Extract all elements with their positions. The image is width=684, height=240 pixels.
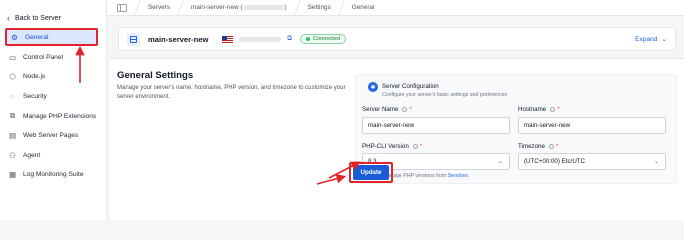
- breadcrumb-servers[interactable]: Servers: [148, 0, 170, 16]
- breadcrumb-settings[interactable]: Settings: [308, 0, 331, 16]
- sidebar-item-label: Control Panel: [23, 53, 63, 61]
- redacted-ip-address: [239, 36, 282, 42]
- sidebar-item-security[interactable]: ◌ Security: [5, 87, 98, 105]
- web-pages-icon: ▤: [8, 130, 17, 140]
- services-link[interactable]: Services: [448, 173, 468, 179]
- status-dot: [306, 37, 311, 41]
- sidebar-item-general[interactable]: ⚙ General: [5, 28, 98, 46]
- sidebar-item-nodejs[interactable]: ⬡ Node.js: [5, 67, 98, 85]
- chevron-down-icon: ⌄: [497, 159, 503, 165]
- server-name-input[interactable]: main-server-new: [362, 117, 510, 134]
- copy-icon[interactable]: ⧉: [287, 35, 292, 43]
- sidebar-item-label: Security: [23, 92, 47, 100]
- chevron-left-icon: ‹: [7, 12, 10, 23]
- update-button[interactable]: Update: [353, 165, 389, 180]
- us-flag-icon: [222, 35, 234, 43]
- server-name-label: Server Name *: [362, 106, 412, 113]
- server-summary-card: main-server-new ⧉ Connected Expand ⌄: [118, 27, 676, 51]
- hostname-input[interactable]: main-server-new: [518, 117, 666, 134]
- sidebar-toggle-icon[interactable]: [117, 3, 127, 12]
- config-subtitle: Configure your server's basic settings a…: [382, 92, 508, 98]
- timezone-select[interactable]: (UTC+00:00) Etc/UTC ⌄: [518, 153, 666, 170]
- config-title: Server Configuration: [382, 83, 439, 90]
- page-title: General Settings: [117, 70, 194, 81]
- sidebar-item-label: General: [25, 33, 49, 41]
- control-panel-icon: ▭: [8, 52, 17, 62]
- nodejs-icon: ⬡: [9, 71, 16, 81]
- php-extensions-icon: ⧉: [9, 111, 16, 120]
- back-to-server-label: Back to Server: [15, 14, 61, 22]
- sidebar-item-label: Manage PHP Extensions: [23, 112, 97, 120]
- section-description: Manage your server's name, hostname, PHP…: [117, 85, 346, 100]
- info-icon: [548, 144, 554, 149]
- timezone-label: Timezone *: [518, 143, 559, 150]
- server-name: main-server-new: [148, 34, 209, 44]
- expand-button[interactable]: Expand ⌄: [635, 35, 667, 44]
- redacted-ip: [243, 5, 284, 10]
- breadcrumb-general: General: [351, 4, 375, 11]
- back-to-server-link[interactable]: ‹ Back to Server: [7, 13, 61, 23]
- sidebar-item-web-server-pages[interactable]: ▤ Web Server Pages: [5, 126, 98, 144]
- info-icon: [412, 144, 418, 149]
- sidebar-item-control-panel[interactable]: ▭ Control Panel: [5, 48, 98, 66]
- php-cli-label: PHP-CLI Version *: [362, 143, 423, 150]
- status-badge: Connected: [300, 34, 347, 44]
- sidebar-item-php-extensions[interactable]: ⧉ Manage PHP Extensions: [5, 107, 98, 125]
- settings-icon: ⚙: [11, 32, 18, 42]
- shield-icon: ◌: [10, 91, 15, 101]
- sidebar-item-label: Node.js: [23, 72, 46, 80]
- info-icon: [550, 107, 556, 112]
- sidebar-item-label: Web Server Pages: [23, 131, 79, 139]
- gear-icon: ✱: [368, 82, 378, 92]
- server-icon: [127, 32, 140, 46]
- breadcrumb: Servers main-server-new () Settings Gene…: [107, 0, 684, 16]
- info-icon: [402, 107, 408, 112]
- sidebar-item-log-monitoring[interactable]: ▦ Log Monitoring Suite: [5, 165, 98, 183]
- sidebar-item-agent[interactable]: ⚇ Agent: [5, 146, 98, 164]
- chevron-down-icon: ⌄: [661, 36, 667, 43]
- sidebar: ‹ Back to Server ⚙ General ▭ Control Pan…: [0, 0, 107, 220]
- log-monitoring-icon: ▦: [8, 169, 17, 179]
- sidebar-item-label: Agent: [23, 151, 41, 159]
- sidebar-item-label: Log Monitoring Suite: [23, 170, 84, 178]
- agent-icon: ⚇: [9, 150, 16, 160]
- breadcrumb-server[interactable]: main-server-new (): [191, 0, 287, 16]
- chevron-down-icon: ⌄: [653, 159, 659, 165]
- hostname-label: Hostname *: [518, 106, 560, 113]
